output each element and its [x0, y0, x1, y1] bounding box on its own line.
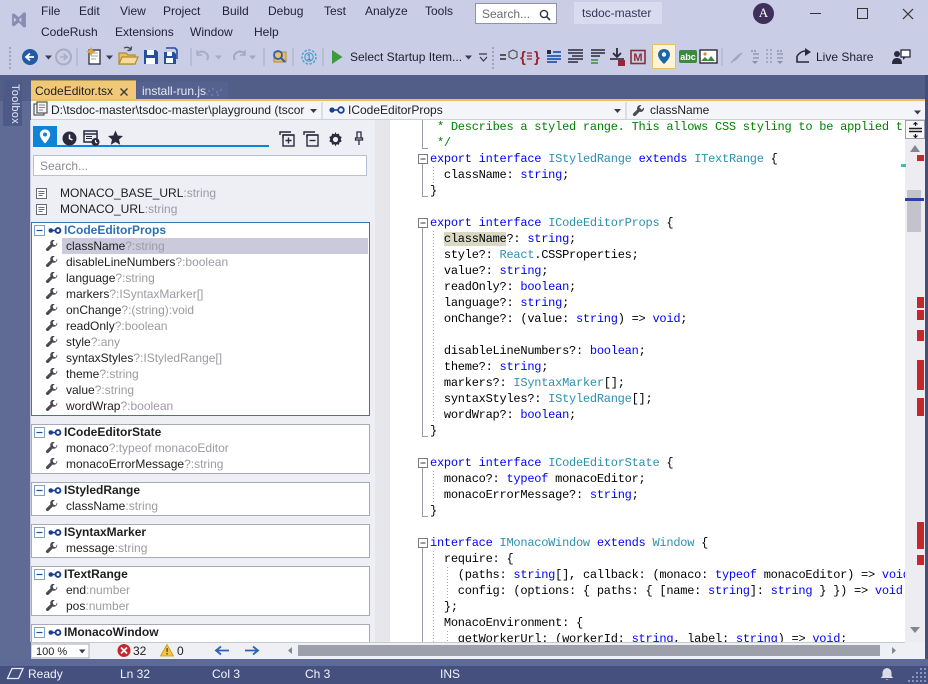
svg-text:}: } — [534, 49, 540, 66]
svg-text:ICodeEditorProps: ICodeEditorProps — [348, 103, 443, 117]
svg-text:Ch 3: Ch 3 — [305, 667, 331, 681]
svg-text:Ready: Ready — [28, 667, 63, 681]
svg-text:Ln 32: Ln 32 — [120, 667, 150, 681]
svg-text:INS: INS — [440, 667, 460, 681]
svg-text:D:\tsdoc-master\tsdoc-master\p: D:\tsdoc-master\tsdoc-master\playground … — [51, 103, 304, 117]
svg-text:Select Startup Item...: Select Startup Item... — [350, 50, 462, 64]
svg-text:100 %: 100 % — [36, 646, 67, 658]
svg-text:Col 3: Col 3 — [212, 667, 240, 681]
svg-text:className: className — [650, 103, 710, 117]
svg-text:1: 1 — [307, 53, 312, 62]
svg-text:0: 0 — [177, 644, 184, 658]
svg-text:M: M — [633, 52, 642, 64]
svg-text:32: 32 — [133, 644, 147, 658]
svg-text:abc: abc — [680, 52, 696, 62]
svg-text:Live Share: Live Share — [816, 50, 874, 64]
svg-text:{: { — [520, 49, 526, 66]
